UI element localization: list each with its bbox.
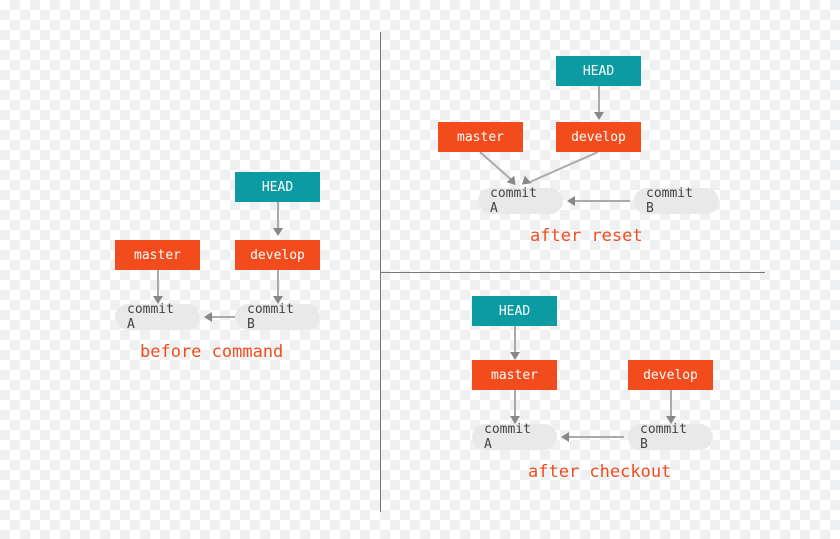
- arrow-shaft: [575, 200, 630, 202]
- commitA-label: commit A: [484, 422, 545, 452]
- arrow-shaft: [514, 390, 516, 416]
- arrow-head: [273, 228, 283, 236]
- arrow-shaft: [569, 436, 624, 438]
- commitA-box-checkout: commit A: [472, 424, 557, 450]
- commitB-box-reset: commit B: [634, 188, 719, 214]
- caption-checkout: after checkout: [528, 462, 671, 482]
- master-label: master: [457, 130, 504, 145]
- commitB-label: commit B: [247, 302, 308, 332]
- develop-box-checkout: develop: [628, 360, 713, 390]
- head-box-checkout: HEAD: [472, 296, 557, 326]
- commitA-box-before: commit A: [115, 304, 200, 330]
- arrow-shaft: [277, 202, 279, 228]
- commitB-box-before: commit B: [235, 304, 320, 330]
- head-label: HEAD: [499, 304, 530, 319]
- head-label: HEAD: [262, 180, 293, 195]
- develop-label: develop: [250, 248, 305, 263]
- horizontal-divider: [380, 272, 765, 273]
- master-box-before: master: [115, 240, 200, 270]
- master-box-checkout: master: [472, 360, 557, 390]
- develop-label: develop: [571, 130, 626, 145]
- head-box-reset: HEAD: [556, 56, 641, 86]
- arrow-shaft: [277, 270, 279, 296]
- caption-reset: after reset: [530, 226, 643, 246]
- arrow-shaft: [514, 326, 516, 352]
- arrow-head: [510, 352, 520, 360]
- arrow-head: [594, 112, 604, 120]
- develop-box-reset: develop: [556, 122, 641, 152]
- head-label: HEAD: [583, 64, 614, 79]
- commitA-label: commit A: [127, 302, 188, 332]
- arrow-shaft: [157, 270, 159, 296]
- arrow-shaft: [598, 86, 600, 112]
- arrow-head: [204, 312, 212, 322]
- master-box-reset: master: [438, 122, 523, 152]
- commitA-box-reset: commit A: [478, 188, 563, 214]
- commitB-box-checkout: commit B: [628, 424, 713, 450]
- arrow-shaft: [212, 316, 235, 318]
- caption-before: before command: [140, 342, 283, 362]
- master-label: master: [491, 368, 538, 383]
- commitA-label: commit A: [490, 186, 551, 216]
- master-label: master: [134, 248, 181, 263]
- arrow-head: [567, 196, 575, 206]
- develop-box-before: develop: [235, 240, 320, 270]
- arrow-shaft: [670, 390, 672, 416]
- head-box-before: HEAD: [235, 172, 320, 202]
- commitB-label: commit B: [640, 422, 701, 452]
- develop-label: develop: [643, 368, 698, 383]
- commitB-label: commit B: [646, 186, 707, 216]
- arrow-head: [561, 432, 569, 442]
